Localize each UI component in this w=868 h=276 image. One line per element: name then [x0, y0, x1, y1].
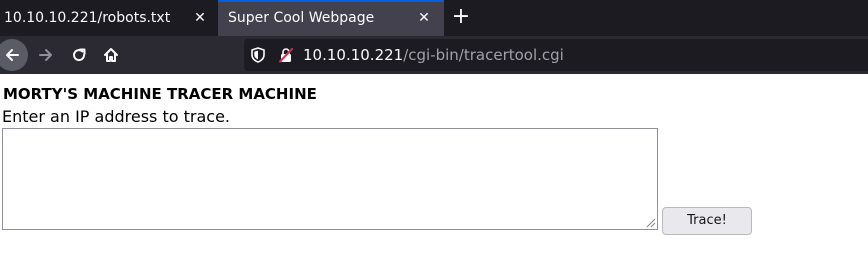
back-arrow-icon: [6, 49, 19, 61]
page-heading: MORTY'S MACHINE TRACER MACHINE: [3, 85, 317, 103]
url-bar[interactable]: 10.10.10.221/cgi-bin/tracertool.cgi: [244, 39, 868, 71]
url-text[interactable]: 10.10.10.221/cgi-bin/tracertool.cgi: [303, 39, 564, 71]
forward-button[interactable]: [32, 41, 60, 69]
tab-title: 10.10.10.221/robots.txt: [4, 10, 171, 26]
close-icon[interactable]: ✕: [416, 10, 432, 26]
url-path: /cgi-bin/tracertool.cgi: [403, 46, 564, 64]
tab-super-cool-webpage[interactable]: Super Cool Webpage ✕: [218, 0, 444, 36]
back-button[interactable]: [0, 39, 28, 71]
new-tab-button[interactable]: +: [448, 4, 474, 30]
reload-button[interactable]: [65, 41, 93, 69]
tab-bar: 10.10.10.221/robots.txt ✕ Super Cool Web…: [0, 0, 868, 36]
reload-icon: [73, 48, 86, 62]
page-content: MORTY'S MACHINE TRACER MACHINE Enter an …: [0, 74, 868, 276]
tab-robots[interactable]: 10.10.10.221/robots.txt ✕: [0, 0, 216, 36]
close-icon[interactable]: ✕: [192, 10, 208, 26]
trace-button[interactable]: Trace!: [662, 207, 752, 235]
home-icon: [104, 48, 118, 62]
forward-arrow-icon: [39, 49, 52, 61]
navigation-toolbar: 10.10.10.221/cgi-bin/tracertool.cgi: [0, 36, 868, 74]
insecure-lock-icon[interactable]: [278, 47, 294, 63]
resize-grip-icon[interactable]: [644, 216, 656, 228]
home-button[interactable]: [97, 41, 125, 69]
ip-address-textarea[interactable]: [2, 128, 658, 230]
url-host: 10.10.10.221: [303, 46, 404, 64]
shield-icon[interactable]: [250, 47, 266, 63]
instruction-text: Enter an IP address to trace.: [2, 107, 230, 126]
tab-title: Super Cool Webpage: [228, 10, 375, 26]
